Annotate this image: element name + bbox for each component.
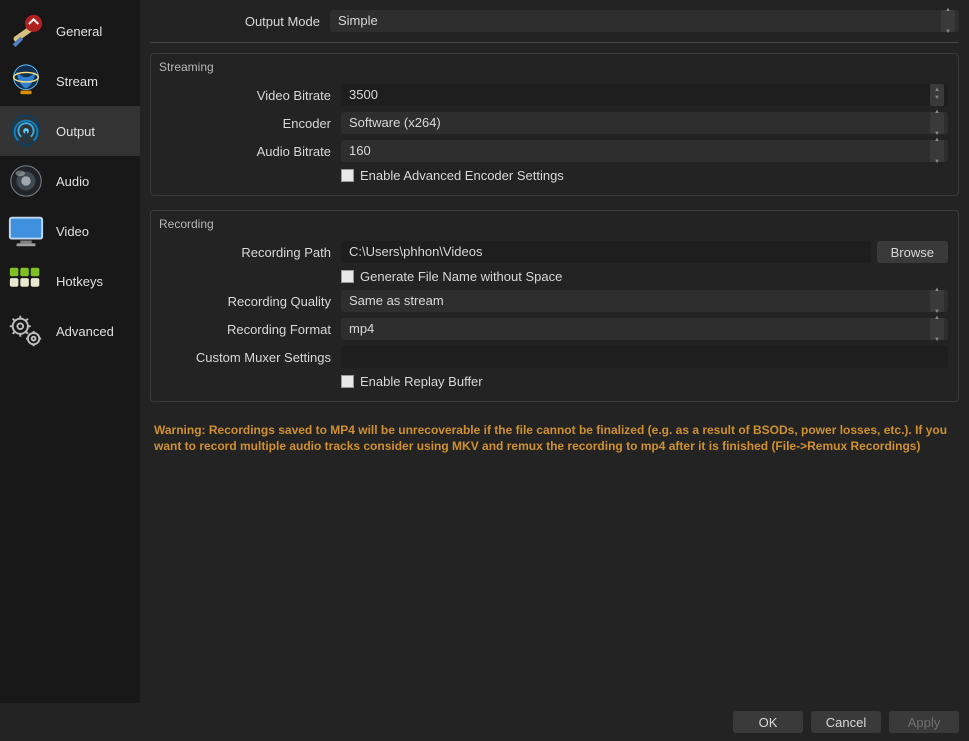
video-icon <box>6 211 46 251</box>
sidebar-item-label: Stream <box>56 74 98 89</box>
ok-button[interactable]: OK <box>733 711 803 733</box>
recording-group: Recording Recording Path C:\Users\phhon\… <box>150 210 959 402</box>
chevron-updown-icon: ▲▼ <box>941 10 955 32</box>
separator <box>150 42 959 43</box>
video-bitrate-value: 3500 <box>349 84 378 106</box>
recording-quality-value: Same as stream <box>349 290 444 312</box>
muxer-label: Custom Muxer Settings <box>161 350 341 365</box>
stream-icon <box>6 61 46 101</box>
sidebar-item-label: Advanced <box>56 324 114 339</box>
video-bitrate-label: Video Bitrate <box>161 88 341 103</box>
enable-advanced-encoder-checkbox[interactable]: Enable Advanced Encoder Settings <box>341 168 564 183</box>
enable-advanced-encoder-label: Enable Advanced Encoder Settings <box>360 168 564 183</box>
enable-replay-buffer-label: Enable Replay Buffer <box>360 374 483 389</box>
sidebar-item-audio[interactable]: Audio <box>0 156 140 206</box>
sidebar-item-label: Audio <box>56 174 89 189</box>
cancel-button[interactable]: Cancel <box>811 711 881 733</box>
recording-format-select[interactable]: mp4 ▲▼ <box>341 318 948 340</box>
output-icon <box>6 111 46 151</box>
enable-replay-buffer-checkbox[interactable]: Enable Replay Buffer <box>341 374 483 389</box>
audio-icon <box>6 161 46 201</box>
recording-format-label: Recording Format <box>161 322 341 337</box>
audio-bitrate-select[interactable]: 160 ▲▼ <box>341 140 948 162</box>
sidebar-item-stream[interactable]: Stream <box>0 56 140 106</box>
settings-sidebar: General Stream <box>0 0 140 703</box>
output-mode-label: Output Mode <box>150 14 330 29</box>
audio-bitrate-label: Audio Bitrate <box>161 144 341 159</box>
output-mode-select[interactable]: Simple ▲▼ <box>330 10 959 32</box>
chevron-updown-icon: ▲▼ <box>930 140 944 162</box>
apply-button[interactable]: Apply <box>889 711 959 733</box>
video-bitrate-input[interactable]: 3500 ▲▼ <box>341 84 948 106</box>
sidebar-item-label: Output <box>56 124 95 139</box>
encoder-value: Software (x264) <box>349 112 441 134</box>
encoder-select[interactable]: Software (x264) ▲▼ <box>341 112 948 134</box>
sidebar-item-general[interactable]: General <box>0 6 140 56</box>
general-icon <box>6 11 46 51</box>
recording-path-label: Recording Path <box>161 245 341 260</box>
sidebar-item-label: Video <box>56 224 89 239</box>
encoder-label: Encoder <box>161 116 341 131</box>
settings-content: Output Mode Simple ▲▼ Streaming Video Bi… <box>140 0 969 703</box>
recording-format-value: mp4 <box>349 318 374 340</box>
output-mode-value: Simple <box>338 10 378 32</box>
recording-quality-select[interactable]: Same as stream ▲▼ <box>341 290 948 312</box>
generate-filename-checkbox[interactable]: Generate File Name without Space <box>341 269 562 284</box>
recording-quality-label: Recording Quality <box>161 294 341 309</box>
hotkeys-icon <box>6 261 46 301</box>
audio-bitrate-value: 160 <box>349 140 371 162</box>
sidebar-item-output[interactable]: Output <box>0 106 140 156</box>
sidebar-item-label: General <box>56 24 102 39</box>
checkbox-icon <box>341 169 354 182</box>
streaming-group-title: Streaming <box>159 60 948 74</box>
sidebar-item-advanced[interactable]: Advanced <box>0 306 140 356</box>
checkbox-icon <box>341 270 354 283</box>
streaming-group: Streaming Video Bitrate 3500 ▲▼ Encoder … <box>150 53 959 196</box>
generate-filename-label: Generate File Name without Space <box>360 269 562 284</box>
browse-button[interactable]: Browse <box>877 241 948 263</box>
recording-path-input[interactable]: C:\Users\phhon\Videos <box>341 241 871 263</box>
sidebar-item-hotkeys[interactable]: Hotkeys <box>0 256 140 306</box>
recording-group-title: Recording <box>159 217 948 231</box>
recording-path-value: C:\Users\phhon\Videos <box>349 241 482 263</box>
checkbox-icon <box>341 375 354 388</box>
chevron-updown-icon: ▲▼ <box>930 318 944 340</box>
sidebar-item-video[interactable]: Video <box>0 206 140 256</box>
dialog-button-bar: OK Cancel Apply <box>0 703 969 741</box>
advanced-icon <box>6 311 46 351</box>
mp4-warning-text: Warning: Recordings saved to MP4 will be… <box>150 416 959 460</box>
sidebar-item-label: Hotkeys <box>56 274 103 289</box>
muxer-input[interactable] <box>341 346 948 368</box>
